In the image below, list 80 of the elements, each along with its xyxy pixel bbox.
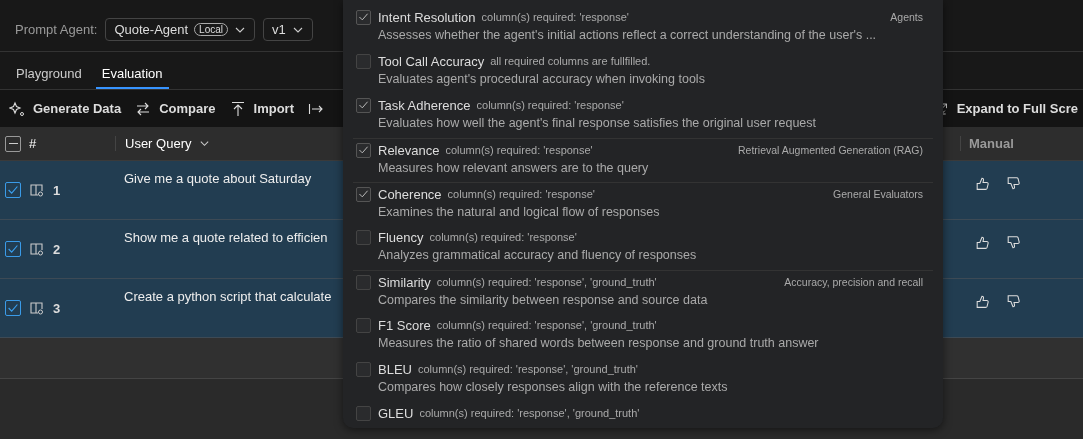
evaluator-checkbox[interactable] [356,317,371,333]
book-search-icon[interactable] [29,182,45,198]
evaluator-description: Measures the ratio of shared words between response and ground truth answer [377,336,820,350]
row-checkbox[interactable] [5,182,21,198]
evaluator-name: Fluency [378,229,424,245]
toolbar-button[interactable]: Compare [130,100,221,117]
evaluator-name: F1 Score [378,317,431,333]
select-all-checkbox[interactable] [5,135,21,152]
column-requirement: column(s) required: 'response', 'ground_truth' [417,363,638,375]
column-header: # [29,136,37,151]
evaluator-description: Evaluates agent's procedural accuracy when invoking tools [377,72,706,86]
evaluator-description: Analyzes grammatical accuracy and fluency of responses [377,248,698,262]
evaluator-checkbox[interactable] [356,9,371,25]
version-dropdown[interactable]: v1 [263,18,313,41]
evaluator-description: Examines the natural and logical flow of responses [377,205,661,219]
evaluator-checkbox[interactable] [356,405,371,421]
evaluator-checkbox[interactable] [356,97,371,113]
thumbs-down-icon[interactable] [1005,175,1022,192]
row-checkbox[interactable] [5,241,21,257]
toolbar-button[interactable]: Expand to Full Scre [933,101,1083,116]
evaluator-description: Evaluates how well the agent's final response satisfies the original user request [377,116,818,130]
evaluator-name: Relevance [378,142,440,158]
column-requirement: column(s) required: 'response', 'ground_truth' [436,319,657,331]
column-requirement: column(s) required: 'response' [447,188,595,200]
toolbar-button[interactable]: Import [224,100,299,117]
evaluator-description: Compares the similarity between response and source data [377,293,709,307]
thumbs-up-icon[interactable] [974,293,991,310]
chevron-down-icon [199,138,211,149]
toolbar-button[interactable]: Generate Data [4,100,127,117]
evaluator-description: Measures how relevant answers are to the query [377,161,650,175]
thumbs-up-icon[interactable] [974,175,991,192]
column-requirement: column(s) required: 'response' [445,144,593,156]
evaluator-checkbox[interactable] [356,229,371,245]
evaluator-name: Tool Call Accuracy [378,53,485,69]
column-header[interactable]: User Query [125,136,192,151]
evaluator-description: Compares how closely responses align with the reference texts [377,380,729,394]
group-label: Retrieval Augmented Generation (RAG) [738,144,924,156]
upload-arrow-icon [229,100,246,117]
thumbs-down-icon[interactable] [1005,234,1022,251]
table-cell: Give me a quote about Saturday [124,171,312,186]
row-number: 3 [53,300,61,316]
column-requirement: column(s) required: 'response' [476,99,624,111]
swap-arrows-icon [135,100,152,117]
book-search-icon[interactable] [29,241,45,257]
checkmark-icon [6,183,20,197]
evaluator-name: Similarity [378,274,431,290]
evaluator-checkbox[interactable] [356,274,371,290]
evaluator-description: Assesses whether the agent's initial actions reflect a correct understanding of the user's ... [377,28,878,42]
evaluator-name: GLEU [378,405,414,421]
table-cell: Create a python script that calculate [124,289,332,304]
evaluator-name: BLEU [378,361,412,377]
agent-dropdown[interactable]: Quote-Agent Local [105,18,255,41]
column-header: Manual [969,136,1014,151]
sparkle-icon [9,100,25,117]
row-checkbox[interactable] [5,300,21,316]
row-number: 1 [53,182,61,198]
evaluator-checkbox[interactable] [356,186,371,202]
book-search-icon[interactable] [29,300,45,316]
thumbs-up-icon[interactable] [974,234,991,251]
evaluator-name: Coherence [378,186,442,202]
table-cell: Show me a quote related to efficien [124,230,328,245]
evaluator-name: Task Adherence [378,97,471,113]
group-label: Accuracy, precision and recall [784,276,924,288]
evaluator-checkbox[interactable] [356,142,371,158]
evaluator-checkbox[interactable] [356,361,371,377]
thumbs-down-icon[interactable] [1005,293,1022,310]
group-label: Agents [890,11,924,23]
column-requirement: column(s) required: 'response' [429,231,577,243]
checkmark-icon [6,242,20,256]
tab[interactable]: Playground [10,66,88,89]
evaluator-name: Intent Resolution [378,9,476,25]
column-requirement: column(s) required: 'response', 'ground_truth' [419,407,640,419]
evaluator-checkbox[interactable] [356,53,371,69]
row-number: 2 [53,241,61,257]
column-requirement: all required columns are fullfilled. [490,55,651,67]
checkmark-icon [6,301,20,315]
prompt-agent-label: Prompt Agent: [15,22,98,37]
column-requirement: column(s) required: 'response', 'ground_truth' [436,276,657,288]
group-label: General Evaluators [833,188,924,200]
column-requirement: column(s) required: 'response' [481,11,629,23]
